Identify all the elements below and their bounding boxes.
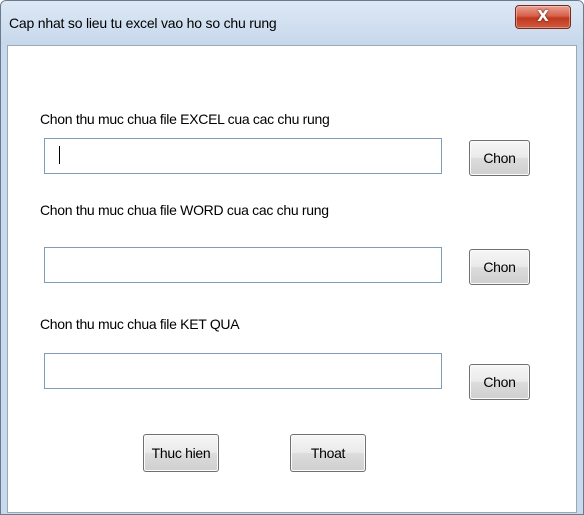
- word-folder-input[interactable]: [44, 247, 442, 283]
- title-bar[interactable]: Cap nhat so lieu tu excel vao ho so chu …: [1, 1, 583, 45]
- close-button[interactable]: X: [515, 5, 571, 29]
- close-icon: X: [537, 7, 549, 25]
- dialog-body: Chon thu muc chua file EXCEL cua cac chu…: [7, 45, 577, 513]
- execute-button[interactable]: Thuc hien: [143, 434, 219, 472]
- result-folder-input[interactable]: [44, 353, 442, 389]
- word-folder-label: Chon thu muc chua file WORD cua cac chu …: [40, 202, 329, 218]
- excel-folder-browse-button[interactable]: Chon: [469, 140, 530, 176]
- excel-folder-input[interactable]: [44, 138, 442, 174]
- text-caret: [59, 146, 60, 164]
- word-folder-browse-button[interactable]: Chon: [469, 249, 530, 285]
- result-folder-label: Chon thu muc chua file KET QUA: [40, 316, 240, 332]
- result-folder-browse-button[interactable]: Chon: [469, 364, 530, 400]
- exit-button[interactable]: Thoat: [290, 434, 366, 472]
- excel-folder-label: Chon thu muc chua file EXCEL cua cac chu…: [40, 111, 330, 127]
- window-title: Cap nhat so lieu tu excel vao ho so chu …: [9, 15, 277, 31]
- dialog-window: Cap nhat so lieu tu excel vao ho so chu …: [0, 0, 584, 515]
